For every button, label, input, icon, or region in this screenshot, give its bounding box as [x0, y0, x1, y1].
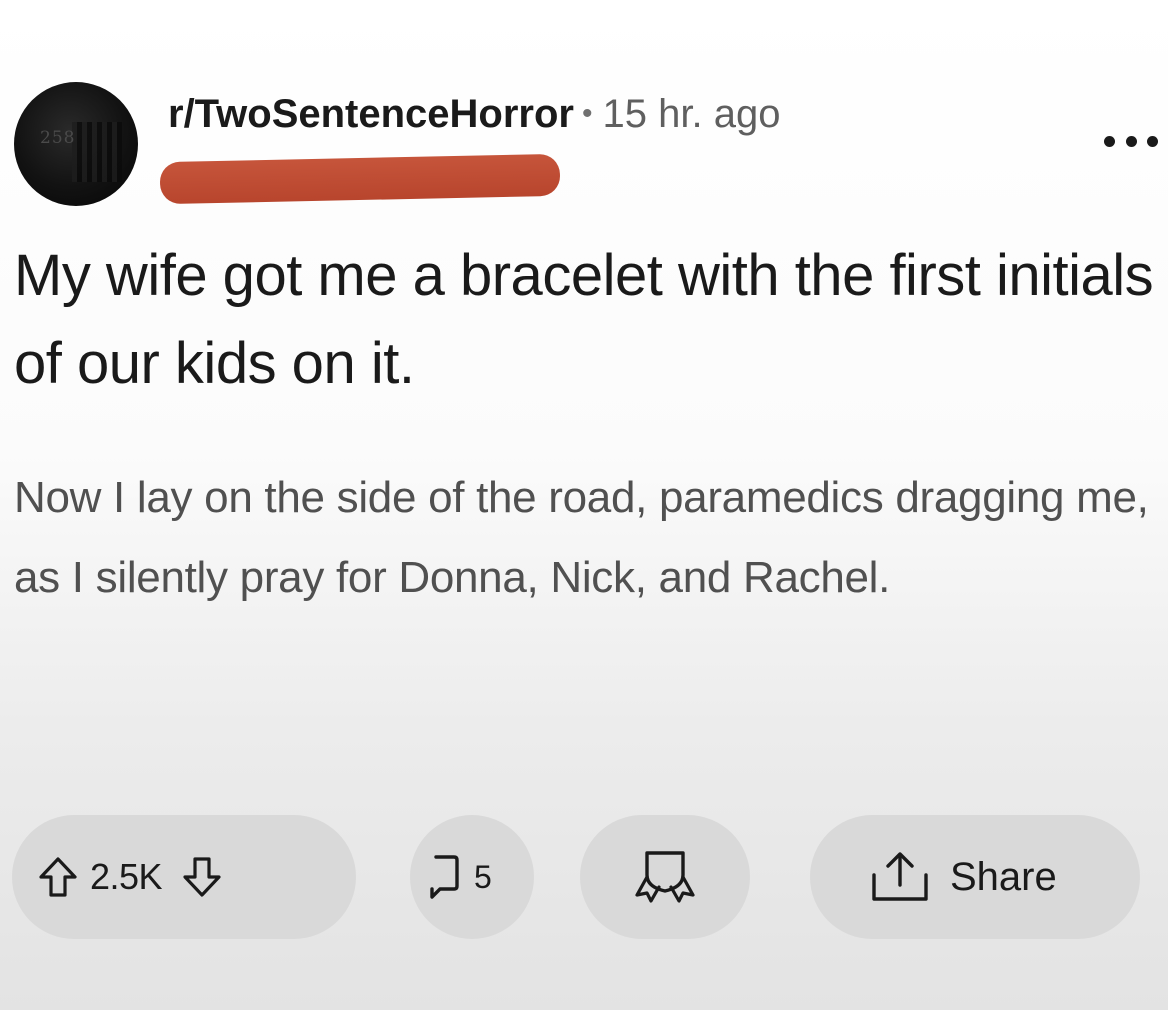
share-icon [872, 852, 928, 901]
upvote-button[interactable] [38, 856, 78, 898]
post-meta: r/TwoSentenceHorror • 15 hr. ago [168, 94, 780, 134]
meta-separator: • [582, 97, 593, 130]
share-button[interactable]: Share [810, 815, 1140, 939]
post-timestamp: 15 hr. ago [602, 92, 781, 136]
avatar-graphic [72, 122, 122, 182]
vote-count: 2.5K [90, 856, 163, 897]
comment-icon [430, 855, 459, 899]
more-dot [1125, 135, 1137, 147]
more-dot [1104, 135, 1115, 147]
arrow-up-icon [39, 857, 77, 897]
more-options-button[interactable] [1104, 128, 1158, 154]
more-dot [1147, 135, 1158, 147]
avatar-text: 258 [40, 128, 76, 148]
subreddit-name[interactable]: r/TwoSentenceHorror [168, 92, 574, 136]
share-label: Share [950, 854, 1057, 899]
post-title[interactable]: My wife got me a bracelet with the first… [14, 232, 1159, 408]
subreddit-avatar[interactable]: 258 [14, 82, 138, 206]
arrow-down-icon [183, 857, 221, 897]
post-body: Now I lay on the side of the road, param… [14, 473, 1149, 602]
award-icon [635, 851, 695, 903]
comment-count: 5 [474, 858, 492, 895]
comments-button[interactable]: 5 [410, 815, 534, 939]
redacted-username [159, 153, 561, 205]
downvote-button[interactable] [182, 856, 222, 898]
award-button[interactable] [580, 815, 750, 939]
vote-bar: 2.5K [12, 815, 356, 939]
